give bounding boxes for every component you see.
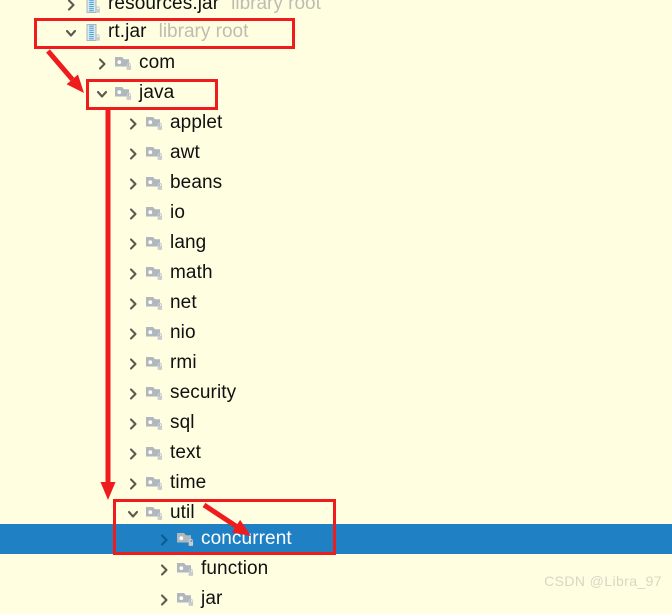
tree-row-label: lang — [170, 232, 207, 253]
jar-icon — [82, 17, 104, 47]
tree-row-label: com — [139, 52, 176, 73]
tree-row-label: awt — [170, 142, 200, 163]
tree-row-label: security — [170, 382, 237, 403]
tree-row-label: rmi — [170, 352, 197, 373]
tree-row-label: time — [170, 472, 207, 493]
tree-row-label: nio — [170, 322, 196, 343]
tree-row-sublabel: library root — [231, 0, 321, 14]
folder-locked-icon — [144, 228, 166, 258]
chevron-right-icon[interactable] — [122, 258, 144, 288]
chevron-down-icon[interactable] — [91, 78, 113, 108]
tree-row-java[interactable]: java — [0, 78, 672, 108]
tree-row-rmi[interactable]: rmi — [0, 348, 672, 378]
tree-row-label: applet — [170, 112, 223, 133]
folder-locked-icon — [113, 48, 135, 78]
tree-row-label: sql — [170, 412, 195, 433]
folder-locked-icon — [144, 348, 166, 378]
folder-locked-icon — [144, 438, 166, 468]
tree-row-com[interactable]: com — [0, 48, 672, 78]
tree-row-label: io — [170, 202, 185, 223]
folder-locked-icon — [144, 168, 166, 198]
tree-row-label: beans — [170, 172, 223, 193]
chevron-right-icon[interactable] — [122, 108, 144, 138]
tree-row-label: jar — [201, 588, 223, 609]
tree-row-text[interactable]: text — [0, 438, 672, 468]
tree-row-security[interactable]: security — [0, 378, 672, 408]
chevron-right-icon[interactable] — [122, 138, 144, 168]
folder-locked-icon — [144, 288, 166, 318]
chevron-right-icon[interactable] — [122, 348, 144, 378]
chevron-right-icon[interactable] — [122, 228, 144, 258]
folder-locked-icon — [144, 138, 166, 168]
tree-row-lang[interactable]: lang — [0, 228, 672, 258]
tree-row-awt[interactable]: awt — [0, 138, 672, 168]
chevron-right-icon[interactable] — [122, 198, 144, 228]
tree-row-math[interactable]: math — [0, 258, 672, 288]
tree-row-nio[interactable]: nio — [0, 318, 672, 348]
chevron-right-icon[interactable] — [153, 524, 175, 554]
chevron-right-icon[interactable] — [122, 288, 144, 318]
chevron-right-icon[interactable] — [122, 318, 144, 348]
tree-row-label: java — [139, 82, 175, 103]
folder-locked-icon — [144, 198, 166, 228]
tree-row-sql[interactable]: sql — [0, 408, 672, 438]
folder-locked-icon — [175, 584, 197, 614]
tree-row-label: function — [201, 558, 269, 579]
tree-row-label: net — [170, 292, 197, 313]
chevron-right-icon[interactable] — [122, 378, 144, 408]
folder-locked-icon — [175, 554, 197, 584]
tree-row-beans[interactable]: beans — [0, 168, 672, 198]
chevron-right-icon[interactable] — [91, 48, 113, 78]
tree-row-rt-jar[interactable]: rt.jar library root — [0, 17, 672, 47]
project-tree[interactable]: resources.jar library root rt.jar library r… — [0, 0, 672, 609]
tree-row-label: text — [170, 442, 202, 463]
folder-locked-icon — [144, 378, 166, 408]
tree-row-label: rt.jar — [108, 21, 147, 42]
tree-row-io[interactable]: io — [0, 198, 672, 228]
chevron-right-icon[interactable] — [122, 438, 144, 468]
tree-row-time[interactable]: time — [0, 468, 672, 498]
chevron-right-icon[interactable] — [122, 168, 144, 198]
folder-locked-icon — [144, 468, 166, 498]
folder-locked-icon — [144, 108, 166, 138]
folder-locked-icon — [144, 318, 166, 348]
folder-locked-icon — [144, 258, 166, 288]
folder-locked-icon — [175, 524, 197, 554]
chevron-right-icon[interactable] — [122, 408, 144, 438]
tree-row-concurrent[interactable]: concurrent — [0, 524, 672, 554]
folder-locked-icon — [113, 78, 135, 108]
tree-row-label: resources.jar — [108, 0, 220, 14]
chevron-right-icon[interactable] — [122, 468, 144, 498]
tree-row-sublabel: library root — [158, 21, 249, 42]
tree-row-net[interactable]: net — [0, 288, 672, 318]
tree-row-label: concurrent — [201, 528, 292, 549]
chevron-right-icon[interactable] — [153, 584, 175, 614]
tree-row-label: math — [170, 262, 213, 283]
tree-row-applet[interactable]: applet — [0, 108, 672, 138]
watermark: CSDN @Libra_97 — [544, 573, 662, 589]
chevron-right-icon[interactable] — [153, 554, 175, 584]
tree-row-label: util — [170, 502, 195, 523]
folder-locked-icon — [144, 408, 166, 438]
chevron-down-icon[interactable] — [60, 17, 82, 47]
